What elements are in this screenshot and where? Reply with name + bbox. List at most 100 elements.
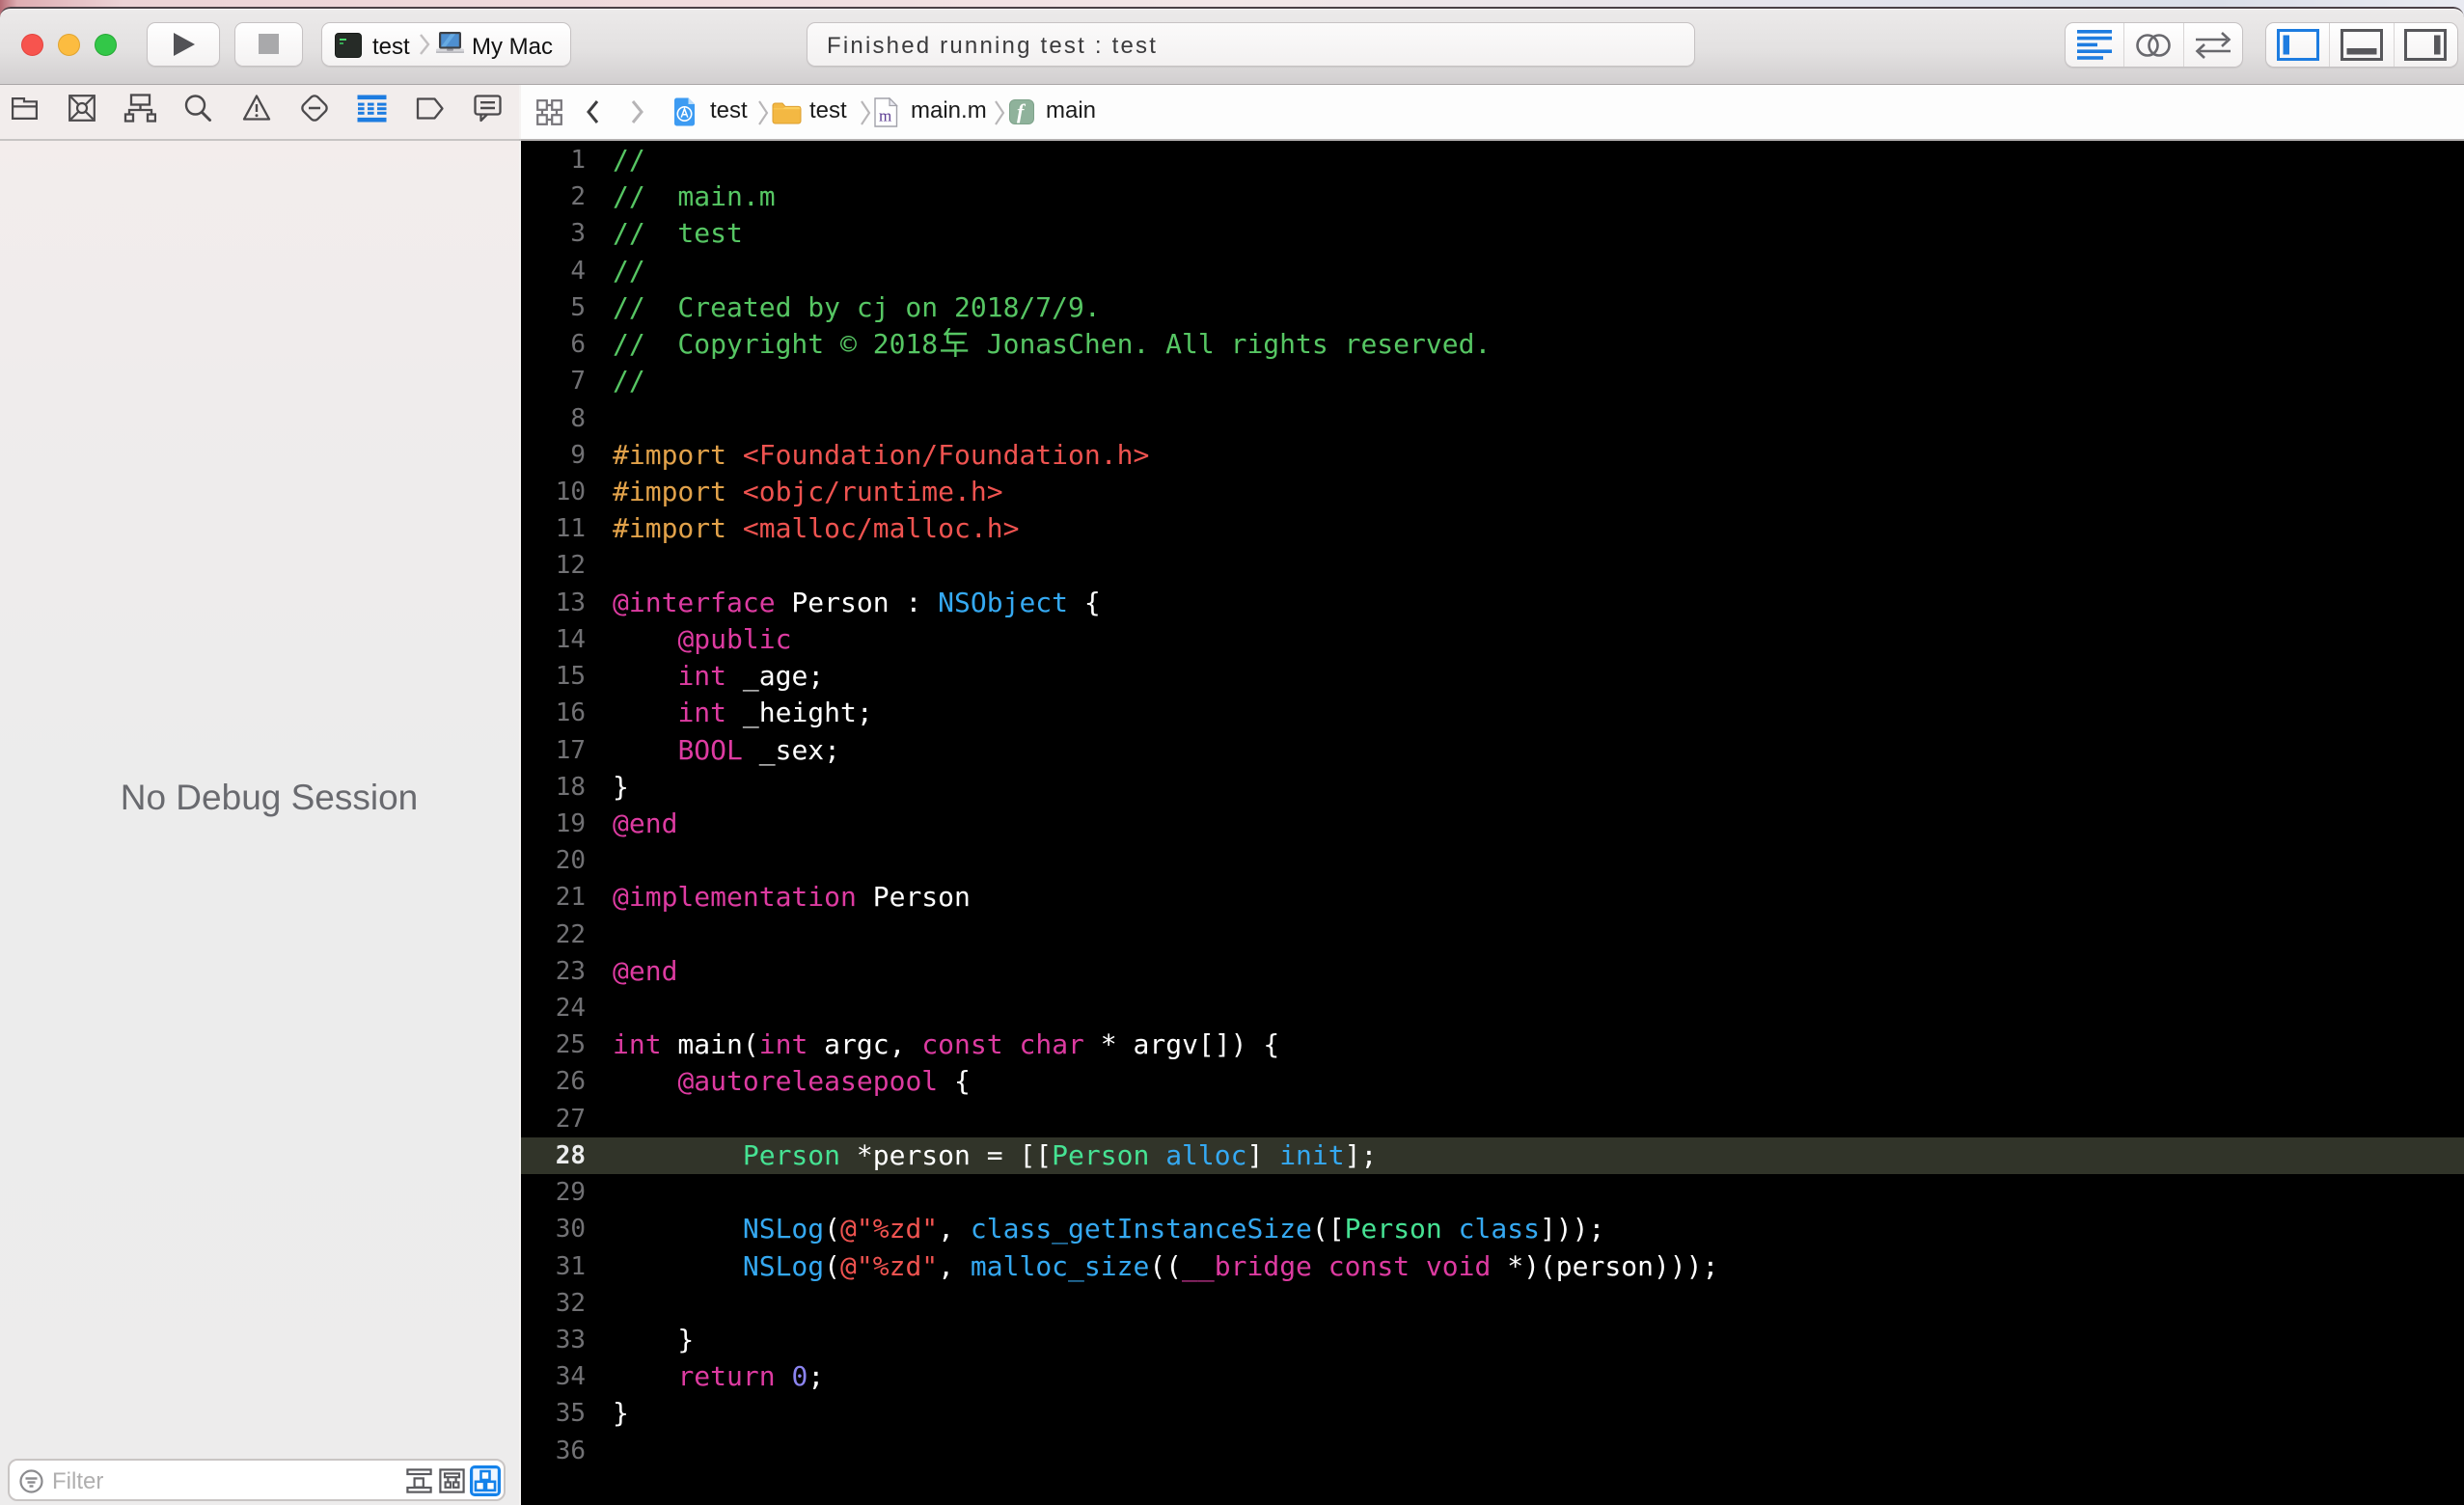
source-control-navigator-button[interactable] bbox=[63, 89, 101, 127]
version-editor-button[interactable] bbox=[2182, 23, 2242, 67]
debug-filter-bar[interactable]: Filter bbox=[8, 1459, 506, 1501]
line-number: 35 bbox=[555, 1399, 586, 1429]
folder-icon bbox=[11, 96, 38, 120]
issue-navigator-button[interactable] bbox=[237, 89, 276, 127]
toggle-utilities-button[interactable] bbox=[2393, 23, 2457, 67]
code-line-29[interactable]: 29 bbox=[521, 1174, 2464, 1211]
token: // bbox=[613, 254, 645, 287]
scheme-name[interactable]: test bbox=[372, 34, 410, 61]
code-line-20[interactable]: 20 bbox=[521, 842, 2464, 879]
code-line-25[interactable]: 25 int main(int argc, const char * argv[]… bbox=[521, 1026, 2464, 1063]
chevron-separator-icon bbox=[757, 98, 769, 127]
run-button[interactable] bbox=[147, 22, 220, 67]
code-line-5[interactable]: 5 // Created by cj on 2018/7/9. bbox=[521, 289, 2464, 326]
assistant-editor-button[interactable] bbox=[2123, 23, 2182, 67]
jump-bar[interactable]: test test m main.m f main bbox=[521, 85, 2464, 141]
line-number: 15 bbox=[555, 662, 586, 692]
minimize-button[interactable] bbox=[58, 34, 80, 56]
forward-button[interactable] bbox=[630, 98, 645, 125]
project-navigator-button[interactable] bbox=[5, 89, 43, 127]
line-number: 14 bbox=[555, 624, 586, 654]
code-line-27[interactable]: 27 bbox=[521, 1101, 2464, 1137]
close-button[interactable] bbox=[21, 34, 43, 56]
toggle-debug-area-button[interactable] bbox=[2329, 23, 2393, 67]
stop-button[interactable] bbox=[234, 22, 303, 67]
code-line-23[interactable]: 23 @end bbox=[521, 953, 2464, 990]
xcode-window: test My Mac Finished running test: test… bbox=[0, 7, 2464, 1505]
code-line-14[interactable]: 14 @public bbox=[521, 621, 2464, 658]
code-line-13[interactable]: 13 @interface Person : NSObject { bbox=[521, 585, 2464, 621]
find-navigator-button[interactable] bbox=[178, 89, 217, 127]
code-line-21[interactable]: 21 @implementation Person bbox=[521, 879, 2464, 916]
code-line-4[interactable]: 4 // bbox=[521, 253, 2464, 289]
related-items-icon[interactable] bbox=[536, 99, 562, 125]
code-line-22[interactable]: 22 bbox=[521, 917, 2464, 953]
test-navigator-button[interactable] bbox=[295, 89, 334, 127]
code-line-28[interactable]: 28 Person *person = [[Person alloc] init… bbox=[521, 1136, 2464, 1175]
code-line-10[interactable]: 10 #import <objc/runtime.h> bbox=[521, 474, 2464, 510]
token: malloc_size bbox=[970, 1249, 1150, 1282]
code-line-16[interactable]: 16 int _height; bbox=[521, 695, 2464, 731]
zoom-button[interactable] bbox=[95, 34, 117, 56]
code-line-24[interactable]: 24 bbox=[521, 990, 2464, 1026]
code-line-18[interactable]: 18} bbox=[521, 769, 2464, 806]
svg-text:m: m bbox=[879, 107, 891, 125]
code-line-8[interactable]: 8 bbox=[521, 400, 2464, 437]
code-line-30[interactable]: 30 NSLog(@"%zd", class_getInstanceSize([… bbox=[521, 1211, 2464, 1247]
line-number: 10 bbox=[555, 477, 586, 506]
navigator-panel-icon bbox=[2276, 29, 2319, 61]
token: @"%zd" bbox=[840, 1213, 939, 1245]
filter-input[interactable]: Filter bbox=[52, 1468, 103, 1495]
scheme-selector[interactable]: test My Mac bbox=[321, 22, 571, 67]
code-line-26[interactable]: 26 @autoreleasepool { bbox=[521, 1063, 2464, 1100]
code-line-6[interactable]: 6 // Copyright © 2018 JonasChen. All righ… bbox=[521, 326, 2464, 363]
scheme-device[interactable]: My Mac bbox=[472, 34, 553, 61]
breadcrumb-main.m[interactable]: main.m bbox=[911, 97, 987, 124]
breakpoint-navigator-button[interactable] bbox=[410, 89, 449, 127]
code-line-36[interactable]: 36 bbox=[521, 1433, 2464, 1469]
token: const bbox=[1328, 1249, 1410, 1282]
code-line-15[interactable]: 15 int _age; bbox=[521, 658, 2464, 695]
code-line-9[interactable]: 9 #import <Foundation/Foundation.h> bbox=[521, 437, 2464, 474]
code-line-3[interactable]: 3 // test bbox=[521, 215, 2464, 252]
code-line-19[interactable]: 19 @end bbox=[521, 806, 2464, 842]
symbol-navigator-button[interactable] bbox=[121, 89, 159, 127]
code-line-35[interactable]: 35} bbox=[521, 1395, 2464, 1432]
function-icon: f bbox=[1009, 99, 1034, 124]
code-line-31[interactable]: 31 NSLog(@"%zd", malloc_size((__bridge c… bbox=[521, 1248, 2464, 1285]
view-hierarchy-button[interactable] bbox=[470, 1465, 501, 1496]
token: } bbox=[613, 770, 629, 803]
toggle-navigator-button[interactable] bbox=[2266, 23, 2329, 67]
view-grouped-button[interactable] bbox=[439, 1468, 465, 1493]
view-flat-button[interactable] bbox=[406, 1468, 432, 1493]
my-mac-icon bbox=[435, 31, 465, 59]
source-editor[interactable]: 1 // 2 // main.m 3 // test 4 // 5 // Created by c… bbox=[521, 141, 2464, 1505]
token: <malloc/malloc.h> bbox=[742, 512, 1020, 545]
token: , bbox=[938, 1249, 971, 1282]
code-line-7[interactable]: 7 // bbox=[521, 363, 2464, 399]
token: , bbox=[938, 1213, 971, 1245]
token: ( bbox=[824, 1249, 841, 1282]
code-line-32[interactable]: 32 bbox=[521, 1285, 2464, 1322]
breadcrumb-test[interactable]: test bbox=[710, 97, 748, 124]
line-number: 19 bbox=[555, 808, 586, 838]
breadcrumb-test[interactable]: test bbox=[809, 97, 847, 124]
code-line-34[interactable]: 34 return 0; bbox=[521, 1358, 2464, 1395]
token: // bbox=[613, 144, 645, 176]
token: #import bbox=[613, 512, 727, 545]
code-line-17[interactable]: 17 BOOL _sex; bbox=[521, 732, 2464, 769]
code-line-2[interactable]: 2 // main.m bbox=[521, 178, 2464, 215]
token: Person bbox=[742, 1138, 841, 1171]
back-button[interactable] bbox=[585, 98, 600, 125]
code-line-11[interactable]: 11 #import <malloc/malloc.h> bbox=[521, 510, 2464, 547]
search-icon bbox=[184, 95, 211, 122]
code-line-12[interactable]: 12 bbox=[521, 547, 2464, 584]
report-navigator-button[interactable] bbox=[468, 89, 506, 127]
token: // bbox=[613, 365, 645, 397]
code-line-1[interactable]: 1 // bbox=[521, 142, 2464, 178]
code-line-33[interactable]: 33 } bbox=[521, 1322, 2464, 1358]
breadcrumb-main[interactable]: main bbox=[1046, 97, 1096, 124]
debug-navigator-button[interactable] bbox=[352, 89, 391, 127]
token: class bbox=[1458, 1213, 1540, 1245]
standard-editor-button[interactable] bbox=[2066, 23, 2123, 67]
